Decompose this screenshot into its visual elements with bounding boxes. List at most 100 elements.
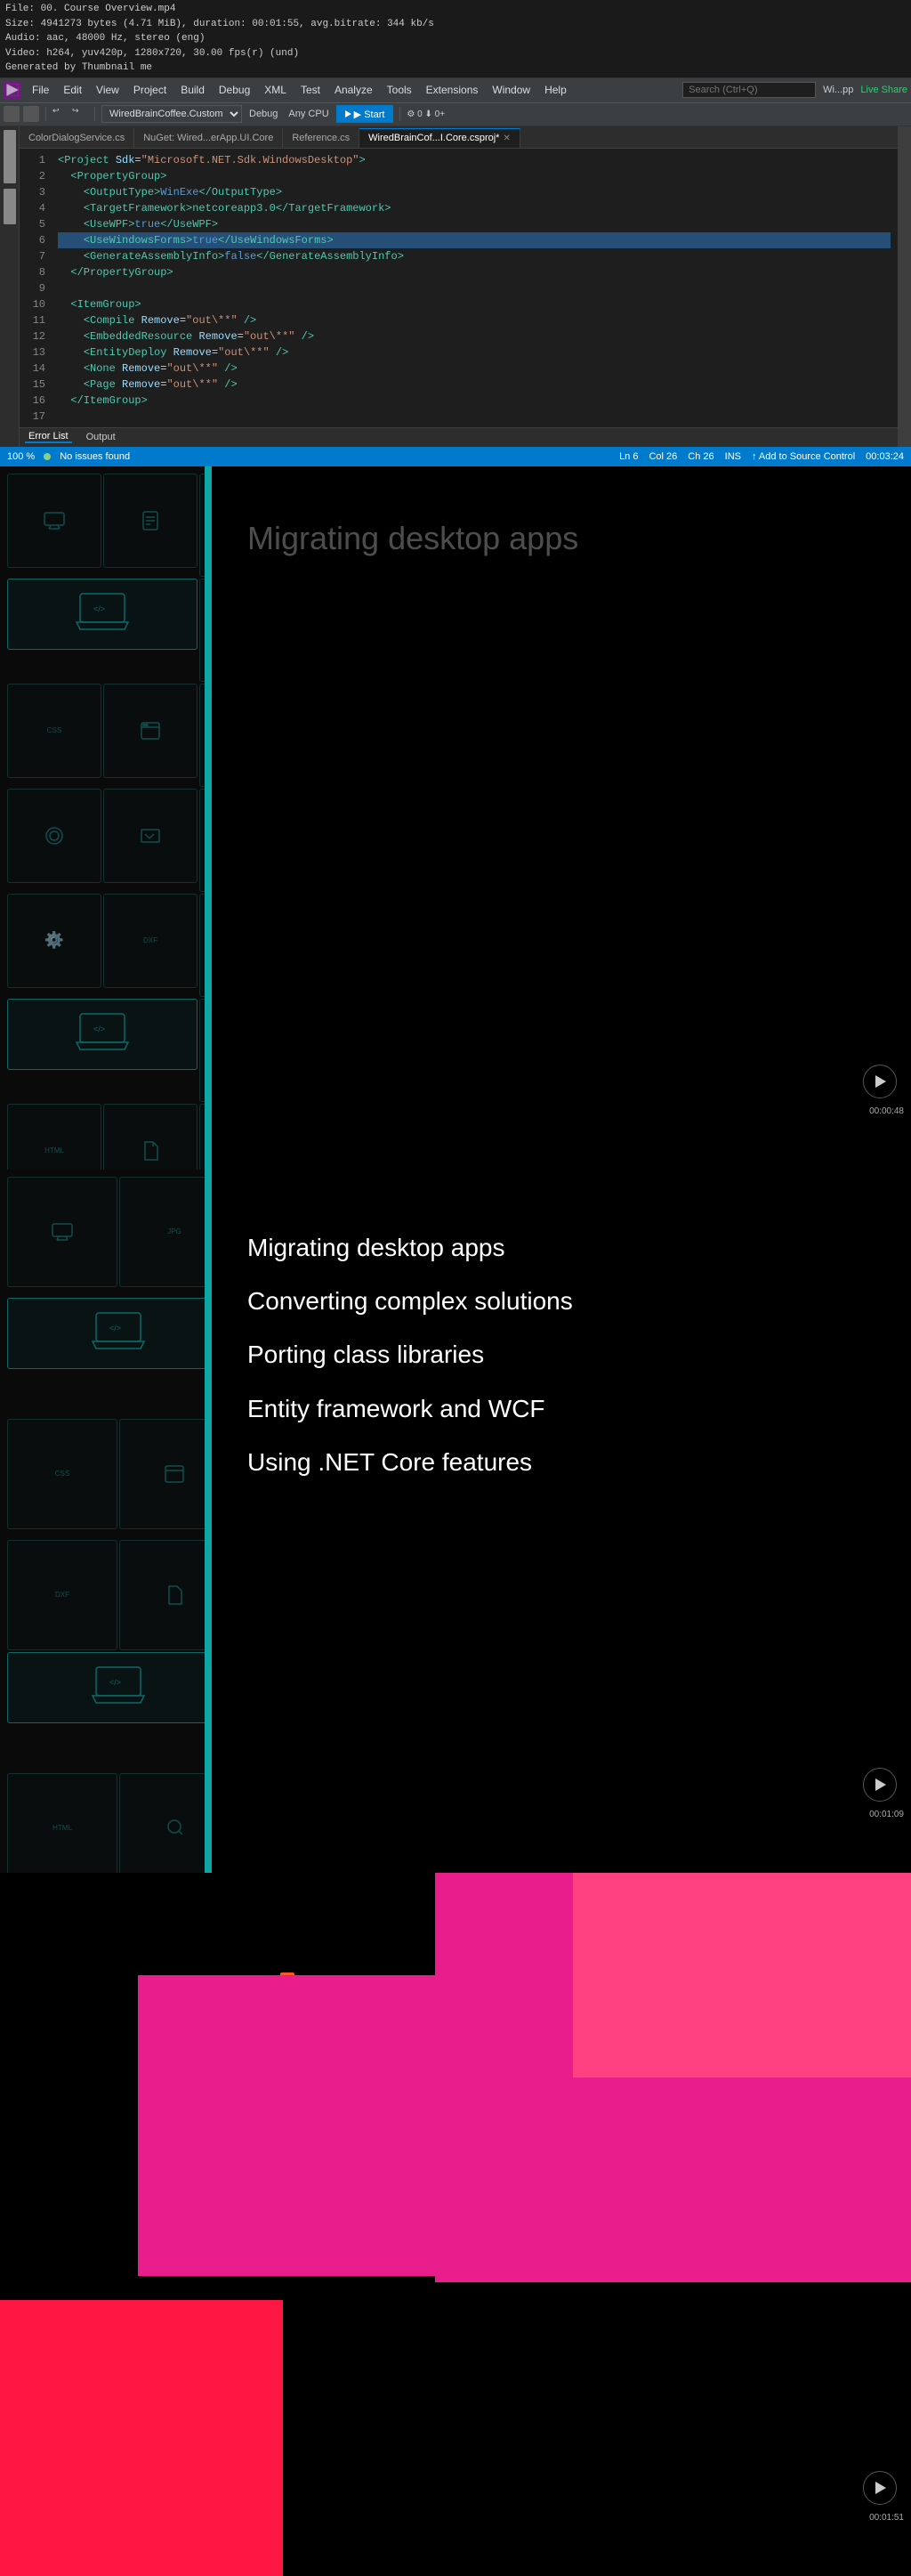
play-button-3[interactable] — [863, 2471, 897, 2505]
menu-extensions[interactable]: Extensions — [419, 77, 486, 102]
menu-edit[interactable]: Edit — [56, 77, 89, 102]
deco-item-css: CSS — [7, 684, 101, 778]
vs-right: Wi...pp Live Share — [823, 85, 907, 95]
deco2-8: DXF — [7, 1540, 117, 1650]
toolbar-icon-redo[interactable]: ↪ — [72, 106, 88, 122]
deco-item-2 — [103, 474, 198, 568]
menu-help[interactable]: Help — [537, 77, 574, 102]
outline-item-5: Using .NET Core features — [247, 1446, 875, 1478]
menu-debug[interactable]: Debug — [212, 77, 257, 102]
menu-project[interactable]: Project — [126, 77, 173, 102]
deco-item-5 — [103, 684, 198, 778]
error-list-tab[interactable]: Error List — [25, 431, 72, 443]
code-content[interactable]: <Project Sdk="Microsoft.NET.Sdk.WindowsD… — [51, 152, 898, 424]
play-button-2[interactable] — [863, 1768, 897, 1802]
menu-window[interactable]: Window — [485, 77, 537, 102]
search-input[interactable] — [682, 82, 816, 98]
code-line-15: <Page Remove="out\**" /> — [58, 377, 891, 393]
deco-item-14: EXE — [199, 999, 205, 1102]
editor-code[interactable]: 1 2 3 4 5 6 7 8 9 10 11 12 13 14 15 16 1… — [20, 149, 898, 427]
output-tab[interactable]: Output — [83, 432, 119, 442]
menu-items-container: File Edit View Project Build Debug XML T… — [25, 77, 574, 102]
teal-bar-2 — [205, 1170, 212, 1873]
source-control-label[interactable]: ↑ Add to Source Control — [752, 451, 855, 462]
deco2-2: JPG — [119, 1177, 205, 1287]
toolbar-separator-3 — [399, 107, 400, 121]
status-right: Ln 6 Col 26 Ch 26 INS ↑ Add to Source Co… — [619, 451, 904, 462]
outline-items: Migrating desktop apps Converting comple… — [247, 1214, 875, 1519]
data-sources-icon[interactable]: Data Sources — [4, 130, 16, 183]
menu-analyze[interactable]: Analyze — [327, 77, 380, 102]
deco-item-7 — [7, 789, 101, 883]
svg-text:</>: </> — [109, 1678, 121, 1687]
play-icon-2 — [875, 1778, 886, 1791]
file-info-line3: Audio: aac, 48000 Hz, stereo (eng) — [5, 31, 906, 46]
menu-test[interactable]: Test — [294, 77, 327, 102]
start-button[interactable]: ▶ Start — [336, 105, 394, 123]
toolbar-icon-2[interactable] — [23, 106, 39, 122]
code-line-7: <GenerateAssemblyInfo>false</GenerateAss… — [58, 248, 891, 264]
tab-nuget[interactable]: NuGet: Wired...erApp.UI.Core — [134, 128, 283, 148]
menu-build[interactable]: Build — [173, 77, 212, 102]
toolbar-separator-2 — [94, 107, 95, 121]
deco-item-16 — [103, 1104, 198, 1170]
file-info-line4: Video: h264, yuv420p, 1280x720, 30.00 fp… — [5, 46, 906, 61]
time-label: 00:03:24 — [866, 451, 904, 462]
bottom-tabs: Error List Output — [20, 427, 898, 447]
code-line-3: <OutputType>WinExe</OutputType> — [58, 184, 891, 200]
deco-item-11: DXF — [103, 894, 198, 988]
live-share-label[interactable]: Live Share — [860, 85, 907, 95]
editor-container: Data Sources Toolbox ColorDialogService.… — [0, 126, 911, 447]
ins-label: INS — [725, 451, 741, 462]
deco-item-12 — [199, 894, 205, 997]
right-scrollbar[interactable] — [898, 126, 911, 447]
vs-menubar: File Edit View Project Build Debug XML T… — [0, 78, 911, 103]
deco-item-17 — [199, 1104, 205, 1170]
git-info[interactable]: ⚙ 0 ⬇ 0+ — [407, 109, 445, 119]
vs-toolbar: ↩ ↪ WiredBrainCoffee.Custom Debug Any CP… — [0, 103, 911, 126]
col-label: Col 26 — [649, 451, 677, 462]
play-time-3: 00:01:51 — [869, 2513, 904, 2523]
svg-text:</>: </> — [93, 1025, 105, 1033]
menu-xml[interactable]: XML — [257, 77, 294, 102]
debug-label: Debug — [246, 109, 281, 119]
tab-bar: ColorDialogService.cs NuGet: Wired...erA… — [20, 126, 898, 149]
toolbar-icon-1[interactable] — [4, 106, 20, 122]
deco-item-15: HTML — [7, 1104, 101, 1170]
menu-file[interactable]: File — [25, 77, 56, 102]
slide-content-1: Migrating desktop apps — [212, 466, 911, 1170]
line-numbers: 1 2 3 4 5 6 7 8 9 10 11 12 13 14 15 16 1… — [20, 152, 51, 424]
tab-csproj[interactable]: WiredBrainCof...I.Core.csproj* ✕ — [359, 128, 520, 148]
deco-laptop-2: </> — [7, 999, 198, 1070]
file-info-line2: Size: 4941273 bytes (4.71 MiB), duration… — [5, 17, 906, 32]
menu-view[interactable]: View — [89, 77, 126, 102]
tab-reference[interactable]: Reference.cs — [283, 128, 359, 148]
toolbar-icon-undo[interactable]: ↩ — [52, 106, 69, 122]
play-button-1[interactable] — [863, 1065, 897, 1098]
slide-left-panel-2: JPG </> </> CSS — [0, 1170, 205, 1873]
menu-tools[interactable]: Tools — [380, 77, 419, 102]
code-line-17 — [58, 409, 891, 424]
deco-item-9: JPG — [199, 789, 205, 892]
toolbox-icon[interactable]: Toolbox — [4, 189, 16, 224]
teal-bar — [205, 466, 212, 1170]
deco-grid-2: JPG </> </> CSS — [0, 1170, 205, 1873]
start-label: ▶ Start — [354, 109, 385, 120]
slide-left-panel: </> </> CSS — [0, 466, 205, 1170]
deco2-laptop2: </> — [7, 1652, 205, 1723]
code-line-9 — [58, 280, 891, 296]
tab-close-icon[interactable]: ✕ — [503, 134, 510, 143]
svg-text:</>: </> — [109, 1324, 121, 1333]
deco2-1 — [7, 1177, 117, 1287]
ln-label: Ln 6 — [619, 451, 638, 462]
deco2-12 — [119, 1773, 205, 1873]
config-select[interactable]: WiredBrainCoffee.Custom — [101, 105, 242, 123]
code-line-10: <ItemGroup> — [58, 296, 891, 312]
code-line-1: <Project Sdk="Microsoft.NET.Sdk.WindowsD… — [58, 152, 891, 168]
no-errors-dot — [44, 453, 51, 460]
deco2-6 — [119, 1419, 205, 1529]
vs-logo — [4, 81, 21, 99]
tab-colordialog[interactable]: ColorDialogService.cs — [20, 128, 134, 148]
code-line-2: <PropertyGroup> — [58, 168, 891, 184]
platform-label: Any CPU — [285, 109, 332, 119]
